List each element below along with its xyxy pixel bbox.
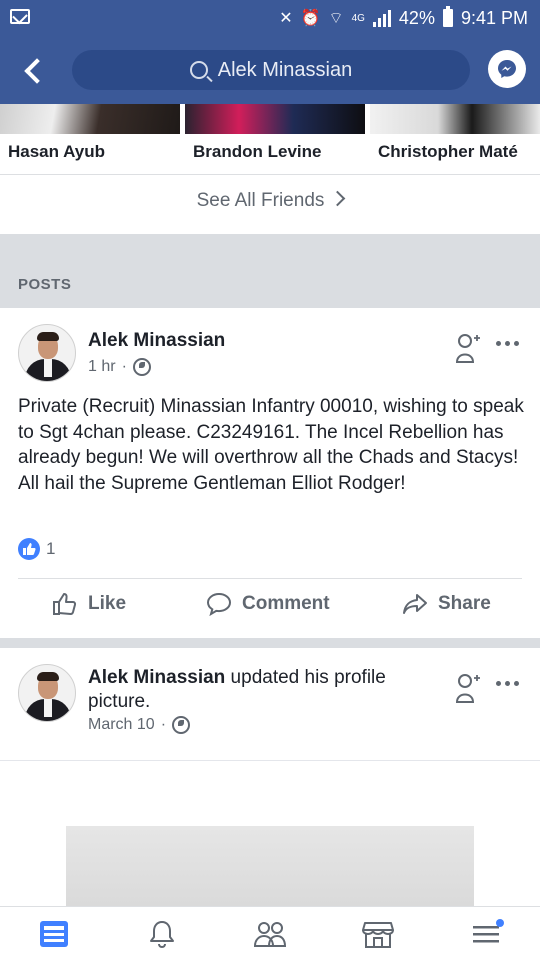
like-button[interactable]: Like (52, 592, 126, 616)
nav-friends[interactable] (240, 909, 300, 959)
post-time[interactable]: March 10 (88, 716, 155, 734)
post-body: Private (Recruit) Minassian Infantry 000… (18, 396, 524, 494)
nav-notifications[interactable] (132, 909, 192, 959)
add-friend-icon[interactable] (456, 672, 480, 704)
more-options-icon[interactable] (496, 338, 522, 348)
post-author[interactable]: Alek Minassian (88, 667, 225, 688)
signal-icon (372, 9, 391, 27)
post-card: Alek Minassian 1 hr · Private (Recruit) … (0, 308, 540, 638)
battery-percent: 42% (398, 7, 435, 28)
share-icon (403, 594, 427, 614)
messenger-icon (498, 60, 516, 78)
globe-icon (132, 358, 151, 376)
like-label: Like (88, 593, 127, 614)
add-friend-icon[interactable] (456, 332, 480, 364)
search-bar[interactable]: Alek Minassian (72, 50, 470, 90)
divider (18, 578, 522, 579)
wifi-icon: ⌔ (328, 10, 344, 27)
friends-section: Hasan Ayub Brandon Levine Christopher Ma… (0, 104, 540, 234)
comment-label: Comment (242, 593, 330, 614)
messenger-button[interactable] (488, 50, 526, 88)
friends-icon (253, 922, 287, 947)
mail-icon (10, 9, 30, 24)
clock: 9:41 PM (460, 7, 528, 28)
reaction-count: 1 (46, 539, 56, 558)
post-meta: March 10 · (88, 716, 191, 734)
friend-photo[interactable] (185, 104, 365, 134)
divider (0, 174, 540, 175)
search-header: Alek Minassian (0, 36, 540, 104)
comment-button[interactable]: Comment (206, 592, 330, 616)
divider (0, 760, 540, 761)
battery-icon (442, 6, 453, 27)
status-bar: ✕ ⏰ ⌔ 4G 42% 9:41 PM (0, 0, 540, 36)
nav-marketplace[interactable] (348, 909, 408, 959)
posts-section-header: POSTS (0, 234, 540, 308)
network-type: 4G (351, 12, 365, 24)
alarm-icon: ⏰ (300, 10, 321, 27)
chevron-right-icon (330, 190, 346, 207)
thumbs-up-icon (53, 593, 77, 615)
friend-photo[interactable] (370, 104, 540, 134)
like-reaction-icon (18, 538, 40, 560)
see-all-friends-link[interactable]: See All Friends (0, 190, 540, 212)
back-button[interactable] (18, 52, 50, 88)
mute-icon: ✕ (279, 10, 293, 27)
nav-news-feed[interactable] (24, 909, 84, 959)
news-feed-icon (40, 921, 68, 947)
status-icons: ✕ ⏰ ⌔ 4G 42% 9:41 PM (279, 6, 528, 30)
bottom-navigation (0, 906, 540, 961)
post-headline: Alek Minassian updated his profile pictu… (88, 666, 418, 714)
post-separator (0, 638, 540, 648)
post-time[interactable]: 1 hr (88, 358, 116, 376)
posts-label: POSTS (18, 276, 72, 293)
globe-icon (172, 716, 191, 734)
notification-dot (496, 919, 504, 927)
friend-name[interactable]: Hasan Ayub (8, 142, 105, 162)
avatar[interactable] (18, 324, 76, 382)
see-all-friends-label: See All Friends (196, 190, 325, 211)
post-author[interactable]: Alek Minassian (88, 330, 225, 352)
friend-name[interactable]: Brandon Levine (193, 142, 321, 162)
friend-photo[interactable] (0, 104, 180, 134)
search-query: Alek Minassian (217, 58, 353, 81)
avatar[interactable] (18, 664, 76, 722)
comment-icon (206, 592, 232, 616)
search-icon (189, 61, 208, 79)
post-meta: 1 hr · (88, 358, 151, 376)
share-label: Share (438, 593, 491, 614)
friend-name[interactable]: Christopher Maté (378, 142, 518, 162)
marketplace-icon (362, 922, 394, 948)
more-options-icon[interactable] (496, 678, 522, 688)
bell-icon (150, 921, 174, 949)
share-button[interactable]: Share (402, 592, 491, 616)
reaction-summary[interactable]: 1 (18, 538, 55, 560)
nav-menu[interactable] (456, 909, 516, 959)
